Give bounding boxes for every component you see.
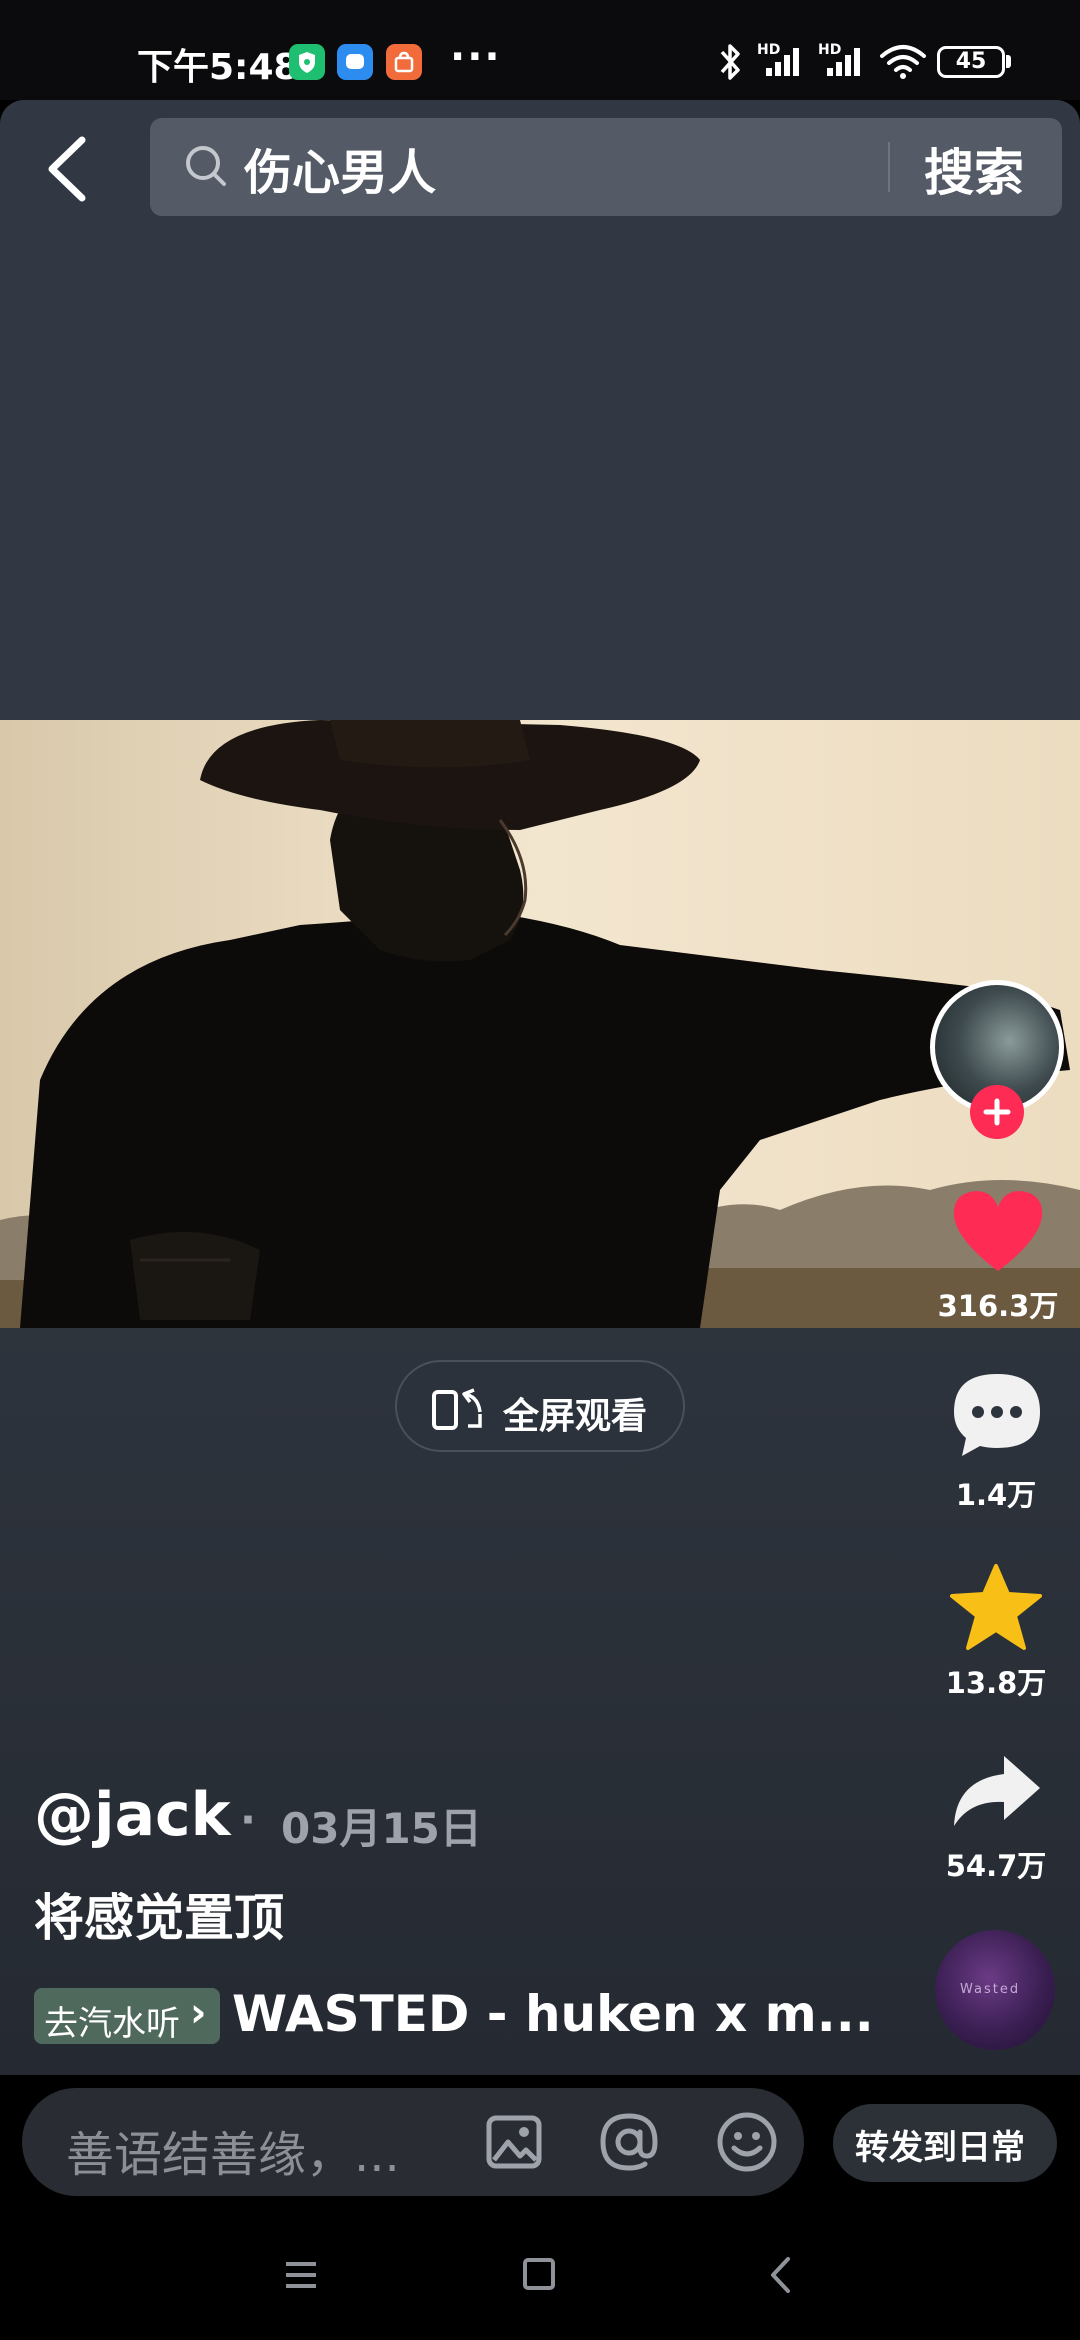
- share-button[interactable]: [948, 1750, 1044, 1834]
- shopping-app-icon: [386, 44, 422, 80]
- rotate-screen-icon: [428, 1382, 488, 1438]
- back-button[interactable]: [30, 125, 105, 210]
- fullscreen-label: 全屏观看: [503, 1396, 648, 1437]
- bluetooth-icon: [716, 40, 746, 88]
- star-icon: [950, 1564, 1042, 1650]
- heart-icon: [953, 1191, 1043, 1271]
- battery-level: 45: [937, 46, 1005, 78]
- author-name[interactable]: @jack: [34, 1780, 231, 1850]
- like-button[interactable]: [948, 1185, 1048, 1279]
- video-player[interactable]: [0, 720, 1080, 1328]
- wifi-icon: [878, 40, 928, 84]
- nav-back-icon[interactable]: [768, 2256, 792, 2298]
- messenger-app-icon: [337, 44, 373, 80]
- share-arrow-icon: [954, 1756, 1040, 1826]
- search-divider: [888, 142, 890, 192]
- listen-in-qishui-label: 去汽水听: [44, 2004, 180, 2044]
- nav-menu-icon[interactable]: [284, 2258, 318, 2296]
- search-button[interactable]: 搜索: [924, 133, 1024, 205]
- back-arrow-icon: [48, 136, 86, 202]
- comment-bubble-icon: [954, 1374, 1040, 1456]
- follow-button[interactable]: [970, 1085, 1024, 1139]
- emoji-icon[interactable]: [715, 2110, 779, 2178]
- security-app-icon: [289, 44, 325, 80]
- search-input[interactable]: 伤心男人: [244, 133, 436, 203]
- share-count: 54.7万: [945, 1849, 1047, 1883]
- signal-icon-1: [760, 40, 810, 84]
- post-date: 03月15日: [281, 1804, 482, 1853]
- chevron-right-icon: ›: [190, 1990, 207, 2036]
- nav-home-icon[interactable]: [523, 2258, 555, 2290]
- battery-tip: [1006, 55, 1011, 68]
- comment-placeholder: 善语结善缘，...: [66, 2127, 400, 2183]
- mention-icon[interactable]: [597, 2110, 661, 2178]
- image-picker-icon[interactable]: [484, 2112, 544, 2176]
- video-frame-image: [0, 720, 1080, 1328]
- favorite-count: 13.8万: [945, 1666, 1047, 1700]
- search-icon: [184, 144, 230, 194]
- more-notifications-icon: ···: [450, 34, 502, 80]
- plus-icon: [983, 1098, 1011, 1126]
- comment-button[interactable]: [950, 1370, 1044, 1462]
- share-to-daily-label: 转发到日常: [855, 2128, 1025, 2168]
- comment-count: 1.4万: [955, 1478, 1037, 1512]
- post-caption: 将感觉置顶: [34, 1889, 284, 1947]
- signal-icon-2: [821, 40, 871, 84]
- status-time: 下午5:48: [137, 47, 299, 88]
- like-count: 316.3万: [937, 1289, 1059, 1323]
- date-separator: ·: [240, 1795, 256, 1844]
- favorite-button[interactable]: [948, 1562, 1044, 1656]
- music-title[interactable]: WASTED - huken x m...: [232, 1985, 874, 2043]
- music-disc-text: Wasted: [960, 1982, 1021, 1997]
